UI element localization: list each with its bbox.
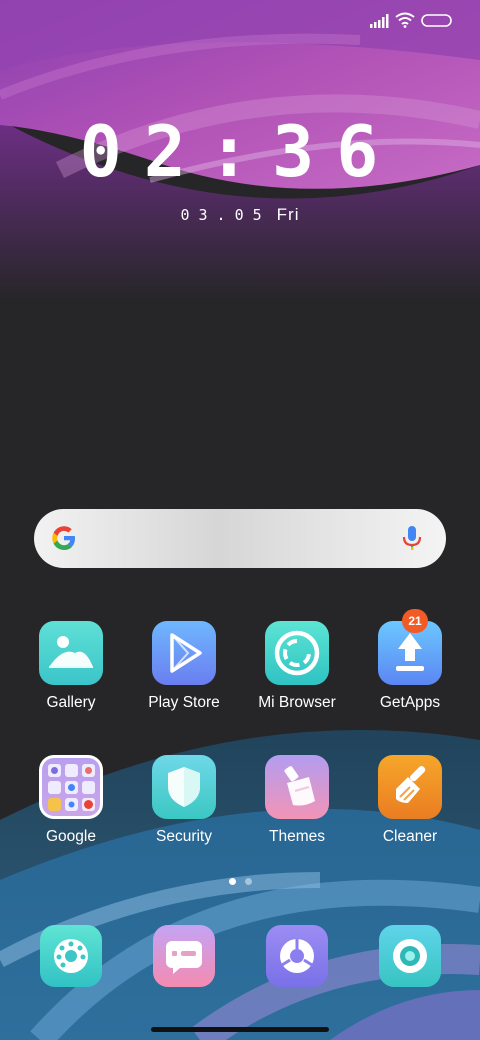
app-label: Play Store [148, 694, 220, 711]
clock-time: 02:36 [80, 118, 401, 188]
microphone-icon[interactable] [401, 525, 423, 553]
day-text: Fri [276, 205, 300, 224]
cleaner-brush-icon [378, 755, 442, 819]
page-dot-active [229, 878, 236, 885]
phone-dialer-icon[interactable] [40, 925, 102, 987]
google-g-icon [52, 526, 75, 550]
page-indicator [0, 878, 480, 888]
app-label: Mi Browser [258, 694, 336, 711]
app-security[interactable]: Security [128, 755, 240, 865]
date-text: 03.05 [180, 206, 271, 224]
google-search-bar[interactable] [34, 509, 446, 568]
camera-icon[interactable] [379, 925, 441, 987]
chrome-browser-icon[interactable] [266, 925, 328, 987]
cellular-signal-icon [370, 14, 389, 28]
app-themes[interactable]: Themes [241, 755, 353, 865]
app-google-folder[interactable]: Google [15, 755, 127, 865]
google-folder-icon [39, 755, 103, 819]
play-store-icon [152, 621, 216, 685]
app-getapps[interactable]: GetApps [354, 621, 466, 731]
themes-brush-icon [265, 755, 329, 819]
app-label: Google [46, 828, 96, 845]
app-label: Gallery [46, 694, 96, 711]
app-gallery[interactable]: Gallery [15, 621, 127, 731]
app-mi-browser[interactable]: Mi Browser [241, 621, 353, 731]
app-label: Security [156, 828, 212, 845]
home-gesture-bar[interactable] [151, 1027, 329, 1032]
gallery-icon [39, 621, 103, 685]
page-dot [245, 878, 252, 885]
svg-text:02:36: 02:36 [80, 118, 401, 188]
notification-badge: 21 [402, 609, 428, 633]
app-cleaner[interactable]: Cleaner [354, 755, 466, 865]
mi-browser-icon [265, 621, 329, 685]
wifi-icon [395, 12, 415, 28]
security-shield-icon [152, 755, 216, 819]
clock-date: 03.05 Fri [0, 205, 480, 225]
app-label: GetApps [379, 694, 441, 711]
messaging-icon[interactable] [153, 925, 215, 987]
battery-icon [421, 14, 452, 27]
app-label: Cleaner [382, 828, 438, 845]
app-play-store[interactable]: Play Store [128, 621, 240, 731]
app-label: Themes [269, 828, 325, 845]
status-bar [0, 0, 480, 44]
